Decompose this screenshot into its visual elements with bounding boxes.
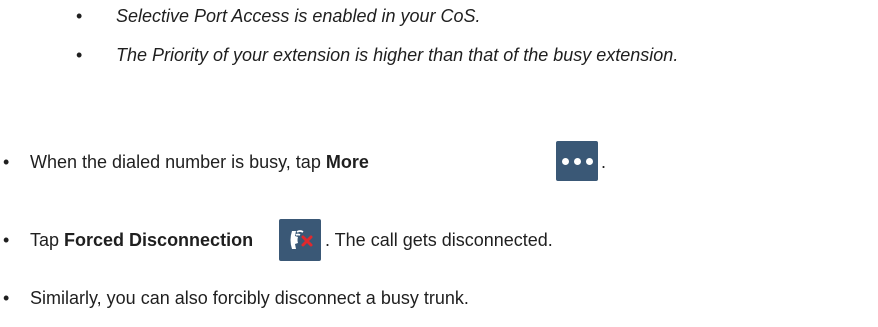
step-forced-prefix: Tap: [30, 230, 65, 250]
step-forced-suffix: . The call gets disconnected.: [325, 230, 553, 250]
step-bullet-marker: •: [3, 230, 10, 250]
sub-bullet-marker: •: [76, 45, 83, 65]
step-forced-disconnection: Tap Forced Disconnection: [30, 229, 253, 251]
forced-disconnection-button[interactable]: [279, 219, 321, 261]
forced-disconnect-icon: [290, 230, 313, 249]
step-more-prefix: When the dialed number is busy, tap: [30, 152, 326, 172]
step-bullet-marker: •: [3, 288, 10, 308]
step-forced-bold: Forced Disconnection: [64, 230, 254, 250]
step-similarly-trunk: Similarly, you can also forcibly disconn…: [30, 288, 469, 308]
step-bullet-marker: •: [3, 152, 10, 172]
sub-bullet-selective-port-access: Selective Port Access is enabled in your…: [116, 6, 481, 26]
step-more: When the dialed number is busy, tap More: [30, 151, 369, 173]
sub-bullet-marker: •: [76, 6, 83, 26]
step-more-bold: More: [325, 152, 369, 172]
more-button[interactable]: [556, 141, 598, 181]
more-dots-icon: [561, 157, 593, 165]
sub-bullet-priority: The Priority of your extension is higher…: [116, 45, 679, 65]
step-more-suffix: .: [601, 152, 607, 172]
